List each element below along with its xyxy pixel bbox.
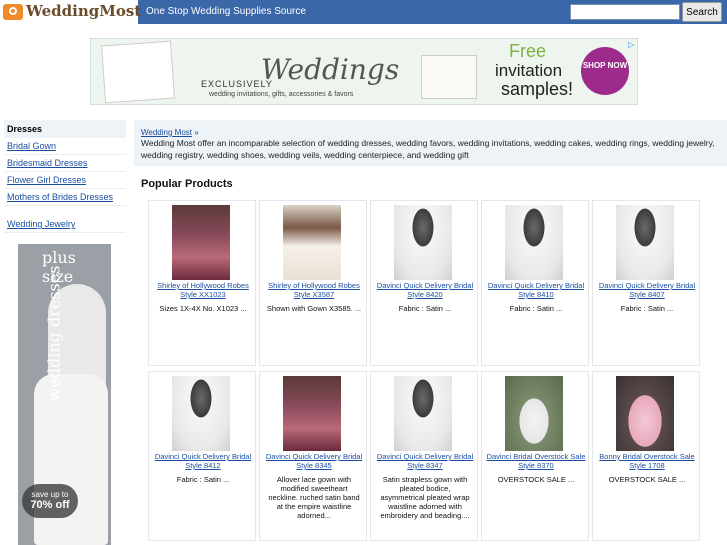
product-title-link[interactable]: Bonny Bridal Overstock Sale Style 1708 (597, 452, 697, 470)
product-title-link[interactable]: Davinci Quick Delivery Bridal Style 8412 (153, 452, 253, 470)
top-bar: WeddingMost One Stop Wedding Supplies So… (0, 0, 727, 24)
breadcrumb-home-link[interactable]: Wedding Most (141, 128, 192, 137)
banner-free: Free (509, 41, 547, 61)
product-description: Shown with Gown X3585. ... (266, 304, 362, 313)
product-card[interactable]: Shirley of Hollywood Robes Style X3587 Sh… (259, 200, 367, 366)
invitation-card-image (101, 40, 175, 104)
product-card[interactable]: Davinci Quick Delivery Bridal Style 8347… (370, 371, 478, 541)
product-card[interactable]: Bonny Bridal Overstock Sale Style 1708 OV… (592, 371, 700, 541)
product-image[interactable] (616, 376, 674, 451)
product-description: Fabric : Satin ... (398, 304, 452, 313)
site-tagline: One Stop Wedding Supplies Source (146, 6, 306, 17)
sidebar-heading: Dresses (4, 120, 126, 138)
sidebar-link-bridal-gown[interactable]: Bridal Gown (4, 138, 126, 155)
sidebar-link-mothers-of-brides-dresses[interactable]: Mothers of Brides Dresses (4, 189, 126, 206)
product-image[interactable] (505, 376, 563, 451)
product-image[interactable] (283, 376, 341, 451)
section-title: Popular Products (141, 178, 233, 190)
logo-ring-icon (3, 4, 23, 20)
plus-size-ad[interactable]: plus size wedding dresses save up to 70%… (18, 244, 111, 545)
product-image[interactable] (505, 205, 563, 280)
gift-card-image (421, 55, 477, 99)
sidebar: Dresses Bridal Gown Bridesmaid Dresses F… (4, 120, 126, 233)
product-description: Fabric : Satin ... (176, 475, 230, 484)
product-image[interactable] (172, 376, 230, 451)
ad-banner[interactable]: EXCLUSIVELY Weddings wedding invitations… (90, 38, 638, 105)
product-card[interactable]: Davinci Quick Delivery Bridal Style 8412… (148, 371, 256, 541)
product-title-link[interactable]: Davinci Quick Delivery Bridal Style 8420 (375, 281, 475, 299)
product-title-link[interactable]: Davinci Quick Delivery Bridal Style 8407 (597, 281, 697, 299)
sidebar-link-wedding-jewelry[interactable]: Wedding Jewelry (4, 216, 126, 233)
search-button[interactable]: Search (682, 2, 722, 22)
breadcrumb-separator: » (194, 128, 199, 137)
breadcrumb: Wedding Most » (141, 128, 721, 137)
banner-samples: samples! (501, 79, 574, 99)
product-card[interactable]: Davinci Quick Delivery Bridal Style 8410… (481, 200, 589, 366)
product-card[interactable]: Shirley of Hollywood Robes Style XX1023 S… (148, 200, 256, 366)
ad-discount: 70% off (30, 499, 70, 511)
product-description: Sizes 1X-4X No. X1023 ... (159, 304, 247, 313)
product-image[interactable] (616, 205, 674, 280)
product-image[interactable] (394, 376, 452, 451)
site-logo[interactable]: WeddingMost (0, 0, 142, 24)
product-image[interactable] (394, 205, 452, 280)
intro-box: Wedding Most » Wedding Most offer an inc… (134, 120, 727, 166)
product-title-link[interactable]: Davinci Quick Delivery Bridal Style 8347 (375, 452, 475, 470)
product-title-link[interactable]: Shirley of Hollywood Robes Style X3587 (264, 281, 364, 299)
product-card[interactable]: Davinci Bridal Overstock Sale Style 8370… (481, 371, 589, 541)
product-title-link[interactable]: Davinci Quick Delivery Bridal Style 8345 (264, 452, 364, 470)
logo-text: WeddingMost (26, 2, 142, 20)
ad-save-up-to: save up to (31, 490, 69, 499)
banner-invitation: invitation (495, 61, 563, 80)
product-title-link[interactable]: Davinci Bridal Overstock Sale Style 8370 (486, 452, 586, 470)
banner-brand: Weddings (261, 53, 400, 86)
ad-wedding-dresses: wedding dresses (44, 265, 64, 402)
ad-discount-badge: save up to 70% off (22, 484, 78, 518)
product-title-link[interactable]: Davinci Quick Delivery Bridal Style 8410 (486, 281, 586, 299)
product-card[interactable]: Davinci Quick Delivery Bridal Style 8407… (592, 200, 700, 366)
main-content: Wedding Most » Wedding Most offer an inc… (134, 120, 727, 541)
product-image[interactable] (283, 205, 341, 280)
product-description: OVERSTOCK SALE ... (497, 475, 575, 484)
product-card[interactable]: Davinci Quick Delivery Bridal Style 8345… (259, 371, 367, 541)
product-card[interactable]: Davinci Quick Delivery Bridal Style 8420… (370, 200, 478, 366)
product-description: OVERSTOCK SALE ... (608, 475, 686, 484)
product-image[interactable] (172, 205, 230, 280)
product-description: Fabric : Satin ... (620, 304, 674, 313)
ad-choices-icon[interactable]: ▷ (628, 40, 637, 49)
product-description: Allover lace gown with modified sweethea… (268, 475, 360, 520)
shop-now-button[interactable]: SHOP NOW (581, 47, 629, 95)
search-input[interactable] (570, 4, 680, 20)
product-description: Fabric : Satin ... (509, 304, 563, 313)
banner-subtitle: wedding invitations, gifts, accessories … (209, 91, 354, 98)
intro-text: Wedding Most offer an incomparable selec… (141, 138, 715, 160)
product-description: Satin strapless gown with pleated bodice… (380, 475, 470, 520)
sidebar-link-bridesmaid-dresses[interactable]: Bridesmaid Dresses (4, 155, 126, 172)
product-title-link[interactable]: Shirley of Hollywood Robes Style XX1023 (153, 281, 253, 299)
sidebar-link-flower-girl-dresses[interactable]: Flower Girl Dresses (4, 172, 126, 189)
